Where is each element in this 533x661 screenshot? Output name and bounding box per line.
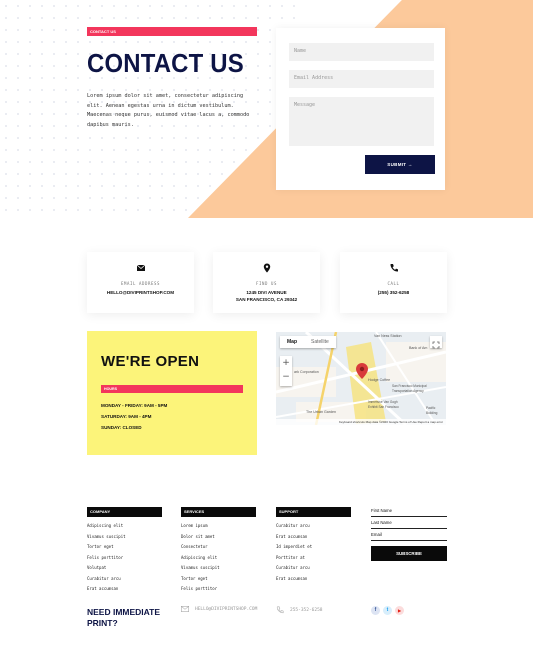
- contact-page: CONTACT US CONTACT US Lorem ipsum dolor …: [0, 0, 533, 661]
- footer-link[interactable]: Felis porttitor: [181, 584, 256, 595]
- hours-sunday: SUNDAY: CLOSED: [101, 425, 142, 430]
- satellite-tab[interactable]: Satellite: [304, 336, 336, 348]
- email-field[interactable]: Email Address: [289, 70, 434, 88]
- footer-phone-text: 255-352-6258: [290, 607, 323, 613]
- contact-tag: CONTACT US: [87, 27, 257, 36]
- envelope-icon: [181, 606, 189, 612]
- footer-link[interactable]: Erat accumsan: [87, 584, 162, 595]
- address-card: FIND US 1245 DIVI AVENUE SAN FRANCISCO, …: [213, 252, 320, 313]
- facebook-icon[interactable]: f: [371, 606, 380, 615]
- footer-heading: SERVICES: [181, 507, 256, 517]
- footer-column-support: SUPPORT Curabitur arcu Erat accumsan Id …: [276, 507, 351, 584]
- footer-link[interactable]: Curabitur arcu: [87, 574, 162, 585]
- footer-phone[interactable]: 255-352-6258: [276, 606, 323, 614]
- footer-link[interactable]: Vivamus suscipit: [181, 563, 256, 574]
- footer-link[interactable]: Tortor eget: [181, 574, 256, 585]
- map-label-bank: Bank of Am: [409, 346, 428, 350]
- contact-intro-text: Lorem ipsum dolor sit amet, consectetur …: [87, 93, 250, 128]
- footer-link[interactable]: Lorem ipsum: [181, 521, 256, 532]
- page-title: CONTACT US: [87, 48, 244, 78]
- footer-link[interactable]: Erat accumsan: [276, 532, 351, 543]
- map-label-van-ness: Van Ness Station: [374, 334, 402, 338]
- footer-link[interactable]: Erat accumsan: [276, 574, 351, 585]
- opening-hours-card: WE'RE OPEN HOURS MONDAY - FRIDAY: 9AM - …: [87, 331, 257, 455]
- hours-list: MONDAY - FRIDAY: 9AM - 5PM SATURDAY: 9AM…: [101, 403, 167, 436]
- social-links: f t ▶: [371, 606, 404, 615]
- map-label-sfmta: San Francisco Municipal Transportation A…: [392, 384, 427, 393]
- contact-form: Name Email Address Message SUBMIT →: [276, 28, 445, 190]
- footer-link[interactable]: Adipiscing elit: [87, 521, 162, 532]
- footer-column-services: SERVICES Lorem ipsum Dolor sit amet Cons…: [181, 507, 256, 595]
- footer-email-text: HELLO@DIVIPRINTSHOP.COM: [195, 606, 258, 612]
- name-field[interactable]: Name: [289, 43, 434, 61]
- envelope-icon: [136, 264, 145, 271]
- phone-card-value[interactable]: (255) 352-6258: [340, 290, 447, 297]
- footer-link[interactable]: Volutpat: [87, 563, 162, 574]
- fullscreen-icon: [432, 341, 440, 349]
- zoom-in-button[interactable]: +: [280, 356, 292, 370]
- footer-link[interactable]: Dolor sit amet: [181, 532, 256, 543]
- map-label-van-gogh: Immersive Van Gogh Exhibit San Francisco: [368, 400, 399, 409]
- newsletter-form: First Name Last Name Email SUBSCRIBE: [371, 505, 447, 561]
- footer-link[interactable]: Consectetur: [181, 542, 256, 553]
- message-field[interactable]: Message: [289, 97, 434, 146]
- first-name-field[interactable]: First Name: [371, 505, 447, 517]
- zoom-controls: + −: [280, 356, 292, 386]
- footer-link[interactable]: Curabitur arcu: [276, 521, 351, 532]
- location-pin-icon: [263, 263, 270, 273]
- hours-saturday: SATURDAY: 9AM - 4PM: [101, 414, 152, 419]
- phone-card: CALL (255) 352-6258: [340, 252, 447, 313]
- footer-link[interactable]: Tortor eget: [87, 542, 162, 553]
- phone-icon: [276, 606, 284, 614]
- twitter-icon[interactable]: t: [383, 606, 392, 615]
- footer-link[interactable]: Felis porttitor: [87, 553, 162, 564]
- map-type-toggle: Map Satellite: [280, 336, 336, 348]
- map-label-urban-garden: The Urban Garden: [306, 410, 336, 414]
- map-label-corporation: ark Corporation: [294, 370, 319, 374]
- footer-link[interactable]: Vivamus suscipit: [87, 532, 162, 543]
- map-label-pacific: Pacific Building: [426, 406, 438, 415]
- google-map[interactable]: Van Ness Station Bank of Am Hodge Coffee…: [276, 332, 446, 425]
- footer-column-company: COMPANY Adipiscing elit Vivamus suscipit…: [87, 507, 162, 595]
- hours-weekday: MONDAY - FRIDAY: 9AM - 5PM: [101, 403, 168, 408]
- phone-icon: [389, 264, 398, 272]
- open-title: WE'RE OPEN: [101, 353, 200, 370]
- last-name-field[interactable]: Last Name: [371, 517, 447, 529]
- newsletter-email-field[interactable]: Email: [371, 529, 447, 541]
- map-marker-icon[interactable]: [356, 363, 368, 379]
- youtube-icon[interactable]: ▶: [395, 606, 404, 615]
- subscribe-button[interactable]: SUBSCRIBE: [371, 546, 447, 561]
- need-print-heading: NEED IMMEDIATE PRINT?: [87, 607, 161, 628]
- hours-tag: HOURS: [101, 385, 243, 393]
- footer-link[interactable]: Adipiscing elit: [181, 553, 256, 564]
- email-card-value[interactable]: HELLO@DIVIPRINTSHOP.COM: [87, 290, 194, 297]
- footer-heading: COMPANY: [87, 507, 162, 517]
- fullscreen-button[interactable]: [430, 336, 442, 349]
- map-tab[interactable]: Map: [280, 336, 304, 348]
- address-card-label: FIND US: [255, 281, 278, 286]
- footer-link[interactable]: Curabitur arcu: [276, 563, 351, 574]
- map-label-hodge: Hodge Coffee: [368, 378, 391, 382]
- map-footer: Keyboard shortcuts Map data ©2020 Google…: [276, 419, 446, 425]
- email-card-label: EMAIL ADDRESS: [120, 281, 161, 286]
- footer-link[interactable]: Id imperdiet et: [276, 542, 351, 553]
- phone-card-label: CALL: [387, 281, 400, 286]
- email-card: EMAIL ADDRESS HELLO@DIVIPRINTSHOP.COM: [87, 252, 194, 313]
- footer-email[interactable]: HELLO@DIVIPRINTSHOP.COM: [181, 606, 257, 612]
- submit-button[interactable]: SUBMIT →: [365, 155, 435, 174]
- address-card-value: 1245 DIVI AVENUE SAN FRANCISCO, CA 29342: [235, 290, 298, 302]
- zoom-out-button[interactable]: −: [280, 370, 292, 384]
- footer-heading: SUPPORT: [276, 507, 351, 517]
- footer-link[interactable]: Porttitor at: [276, 553, 351, 564]
